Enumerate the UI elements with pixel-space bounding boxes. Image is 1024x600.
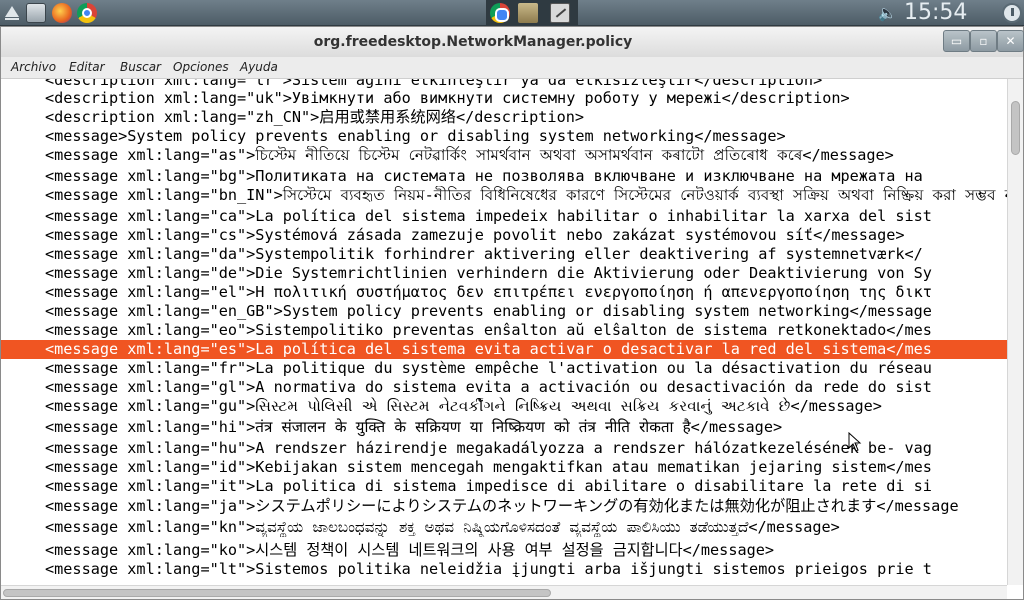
vertical-scrollbar[interactable] <box>1007 79 1023 585</box>
close-button[interactable]: ✕ <box>997 30 1024 52</box>
menu-editar[interactable]: Editar <box>69 60 105 74</box>
horizontal-scroll-thumb[interactable] <box>3 589 551 597</box>
code-line[interactable]: <message xml:lang="it">La politica di si… <box>1 477 1007 496</box>
app-menu-icon[interactable] <box>2 3 22 23</box>
code-line[interactable]: <message xml:lang="lt">Sistemos politika… <box>1 560 1007 579</box>
text-editor-area[interactable]: <description xml:lang="tr">Sistem ağını … <box>1 79 1007 585</box>
code-line[interactable]: <message xml:lang="eo">Sistempolitiko pr… <box>1 321 1007 340</box>
window-title: org.freedesktop.NetworkManager.policy <box>313 34 633 50</box>
title-bar[interactable]: org.freedesktop.NetworkManager.policy ▭ … <box>1 27 1024 57</box>
file-manager-icon[interactable] <box>26 3 46 23</box>
code-line[interactable]: <message xml:lang="en_GB">System policy … <box>1 302 1007 321</box>
editor-window: org.freedesktop.NetworkManager.policy ▭ … <box>0 26 1024 600</box>
code-line[interactable]: <message xml:lang="de">Die Systemrichtli… <box>1 264 1007 283</box>
power-icon[interactable] <box>1002 3 1022 23</box>
code-line[interactable]: <message xml:lang="el">Η πολιτική συστήμ… <box>1 283 1007 302</box>
code-line[interactable]: <message xml:lang="ja">システムポリシーによりシステムのネ… <box>1 497 1007 516</box>
code-line[interactable]: <message xml:lang="cs">Systémová zásada … <box>1 226 1007 245</box>
chrome-icon[interactable] <box>77 3 97 23</box>
code-line[interactable]: <message xml:lang="id">Kebijakan sistem … <box>1 458 1007 477</box>
clock[interactable]: 15:54 <box>904 0 967 26</box>
maximize-button[interactable]: ▫ <box>970 30 997 52</box>
horizontal-scrollbar[interactable] <box>1 585 1007 599</box>
menu-ayuda[interactable]: Ayuda <box>240 60 278 74</box>
code-line[interactable]: <message xml:lang="gl">A normativa do si… <box>1 378 1007 397</box>
task-folder-icon[interactable] <box>518 3 538 23</box>
task-text-editor-icon[interactable] <box>550 3 570 23</box>
firefox-icon[interactable] <box>52 3 72 23</box>
code-line[interactable]: <message xml:lang="ko">시스템 정책이 시스템 네트워크의… <box>1 541 1007 560</box>
task-chrome-icon[interactable] <box>490 3 510 23</box>
code-line[interactable]: <message xml:lang="bn_IN">সিস্টেমে ব্যবহ… <box>1 186 1007 205</box>
code-line[interactable]: <message xml:lang="fr">La politique du s… <box>1 359 1007 378</box>
menu-bar: Archivo Editar Buscar Opciones Ayuda <box>1 57 1023 79</box>
top-panel: 🔈 15:54 <box>0 0 1024 26</box>
code-line[interactable]: <description xml:lang="uk">Увімкнути або… <box>1 89 1007 108</box>
code-line[interactable]: <message xml:lang="as">চিস্টেম নীতিয়ে চ… <box>1 146 1007 165</box>
vertical-scroll-thumb[interactable] <box>1011 101 1020 155</box>
code-line[interactable]: <description xml:lang="zh_CN">启用或禁用系统网络<… <box>1 108 1007 127</box>
selected-code-line[interactable]: <message xml:lang="es">La política del s… <box>1 340 1007 359</box>
code-line[interactable]: <message xml:lang="da">Systempolitik for… <box>1 245 1007 264</box>
code-line[interactable]: <message xml:lang="gu">સિસ્ટમ પોલિસી એ સ… <box>1 397 1007 416</box>
menu-archivo[interactable]: Archivo <box>11 60 56 74</box>
minimize-button[interactable]: ▭ <box>943 30 970 52</box>
code-line[interactable]: <message xml:lang="bg">Политиката на сис… <box>1 167 1007 186</box>
volume-icon[interactable]: 🔈 <box>878 4 898 22</box>
code-line[interactable]: <message xml:lang="ca">La política del s… <box>1 207 1007 226</box>
menu-opciones[interactable]: Opciones <box>173 60 229 74</box>
menu-buscar[interactable]: Buscar <box>120 60 161 74</box>
code-line[interactable]: <message xml:lang="kn">ವ್ಯವಸ್ಥೆಯ ಜಾಲಬಂಧವ… <box>1 518 1007 537</box>
code-line[interactable]: <message>System policy prevents enabling… <box>1 127 1007 146</box>
